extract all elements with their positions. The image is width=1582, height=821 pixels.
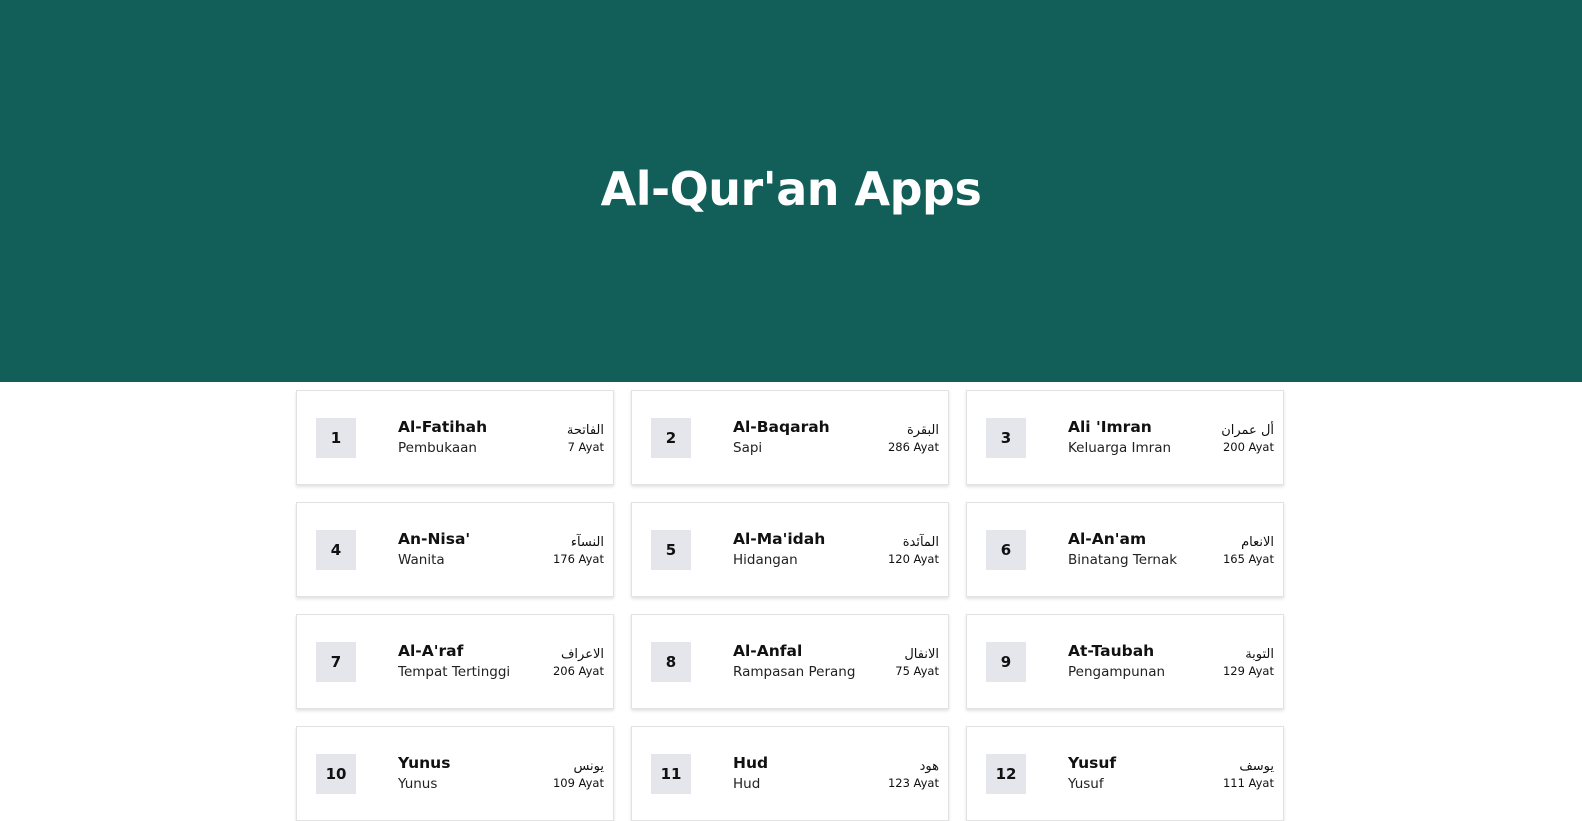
surah-card[interactable]: 1 Al-Fatihah Pembukaan الفاتحة 7 Ayat xyxy=(296,390,614,485)
surah-meta: هود 123 Ayat xyxy=(888,759,939,791)
surah-arabic-name: الفاتحة xyxy=(566,422,604,438)
surah-meta: البقرة 286 Ayat xyxy=(888,423,939,455)
surah-card[interactable]: 8 Al-Anfal Rampasan Perang الانفال 75 Ayat xyxy=(631,614,949,709)
surah-card[interactable]: 10 Yunus Yunus يونس 109 Ayat xyxy=(296,726,614,821)
surah-latin-name: Yusuf xyxy=(1068,753,1117,772)
surah-latin-name: Ali 'Imran xyxy=(1068,417,1152,436)
surah-arabic-name: يوسف xyxy=(1239,758,1274,774)
surah-ayat-count: 129 Ayat xyxy=(1222,663,1274,678)
surah-arabic-name: أل عمران xyxy=(1221,422,1274,438)
surah-latin-name: An-Nisa' xyxy=(398,529,471,548)
surah-card[interactable]: 11 Hud Hud هود 123 Ayat xyxy=(631,726,949,821)
surah-number-badge: 12 xyxy=(986,753,1026,794)
surah-number-badge: 1 xyxy=(316,417,356,458)
surah-ayat-count: 200 Ayat xyxy=(1222,439,1274,454)
surah-arabic-name: المآئدة xyxy=(902,534,939,550)
surah-grid: 1 Al-Fatihah Pembukaan الفاتحة 7 Ayat 2 Al-Baq… xyxy=(296,390,1284,821)
surah-arabic-name: الانعام xyxy=(1241,534,1274,550)
surah-meta: الانعام 165 Ayat xyxy=(1223,535,1274,567)
surah-number-badge: 3 xyxy=(986,417,1026,458)
surah-meaning: Yunus xyxy=(398,775,438,792)
surah-number-badge: 2 xyxy=(651,417,691,458)
surah-number-badge: 9 xyxy=(986,641,1026,682)
surah-names: Al-Ma'idah Hidangan xyxy=(733,529,888,571)
surah-latin-name: Al-A'raf xyxy=(398,641,464,660)
surah-ayat-count: 7 Ayat xyxy=(567,439,604,454)
surah-latin-name: Yunus xyxy=(398,753,451,772)
surah-meaning: Rampasan Perang xyxy=(733,663,856,680)
surah-latin-name: Hud xyxy=(733,753,769,772)
surah-number-badge: 5 xyxy=(651,529,691,570)
surah-ayat-count: 165 Ayat xyxy=(1222,551,1274,566)
surah-meaning: Hud xyxy=(733,775,761,792)
surah-meta: يوسف 111 Ayat xyxy=(1223,759,1274,791)
surah-latin-name: At-Taubah xyxy=(1068,641,1155,660)
surah-latin-name: Al-Anfal xyxy=(733,641,803,660)
surah-ayat-count: 75 Ayat xyxy=(895,663,939,678)
surah-meaning: Sapi xyxy=(733,439,763,456)
surah-meta: الفاتحة 7 Ayat xyxy=(567,423,604,455)
surah-names: Al-Baqarah Sapi xyxy=(733,417,888,459)
surah-number-badge: 4 xyxy=(316,529,356,570)
surah-arabic-name: البقرة xyxy=(906,422,939,438)
app-title: Al-Qur'an Apps xyxy=(600,162,982,216)
surah-meaning: Binatang Ternak xyxy=(1068,551,1178,568)
surah-number-badge: 6 xyxy=(986,529,1026,570)
surah-names: Al-Anfal Rampasan Perang xyxy=(733,641,895,683)
surah-meaning: Hidangan xyxy=(733,551,798,568)
surah-card[interactable]: 3 Ali 'Imran Keluarga Imran أل عمران 200 Aya… xyxy=(966,390,1284,485)
surah-latin-name: Al-Fatihah xyxy=(398,417,488,436)
surah-ayat-count: 120 Ayat xyxy=(887,551,939,566)
surah-meta: يونس 109 Ayat xyxy=(553,759,604,791)
surah-ayat-count: 286 Ayat xyxy=(887,439,939,454)
surah-ayat-count: 206 Ayat xyxy=(552,663,604,678)
surah-names: Yusuf Yusuf xyxy=(1068,753,1223,795)
surah-ayat-count: 109 Ayat xyxy=(552,775,604,790)
surah-meta: التوبة 129 Ayat xyxy=(1223,647,1274,679)
surah-arabic-name: التوبة xyxy=(1245,646,1274,662)
surah-meaning: Keluarga Imran xyxy=(1068,439,1172,456)
surah-names: Al-Fatihah Pembukaan xyxy=(398,417,567,459)
surah-names: Yunus Yunus xyxy=(398,753,553,795)
surah-ayat-count: 111 Ayat xyxy=(1222,775,1274,790)
surah-names: Al-A'raf Tempat Tertinggi xyxy=(398,641,553,683)
surah-meaning: Yusuf xyxy=(1068,775,1104,792)
surah-card[interactable]: 12 Yusuf Yusuf يوسف 111 Ayat xyxy=(966,726,1284,821)
surah-names: At-Taubah Pengampunan xyxy=(1068,641,1223,683)
surah-latin-name: Al-An'am xyxy=(1068,529,1147,548)
surah-meaning: Wanita xyxy=(398,551,445,568)
surah-ayat-count: 123 Ayat xyxy=(887,775,939,790)
surah-names: Hud Hud xyxy=(733,753,888,795)
surah-meta: الانفال 75 Ayat xyxy=(895,647,939,679)
surah-arabic-name: النسآء xyxy=(570,534,604,550)
surah-number-badge: 8 xyxy=(651,641,691,682)
surah-meaning: Pengampunan xyxy=(1068,663,1166,680)
surah-names: Al-An'am Binatang Ternak xyxy=(1068,529,1223,571)
surah-arabic-name: الاعراف xyxy=(560,646,604,662)
surah-meta: الاعراف 206 Ayat xyxy=(553,647,604,679)
surah-card[interactable]: 7 Al-A'raf Tempat Tertinggi الاعراف 206 Ayat xyxy=(296,614,614,709)
surah-latin-name: Al-Ma'idah xyxy=(733,529,826,548)
surah-card[interactable]: 2 Al-Baqarah Sapi البقرة 286 Ayat xyxy=(631,390,949,485)
surah-number-badge: 7 xyxy=(316,641,356,682)
surah-arabic-name: هود xyxy=(919,758,939,774)
surah-names: Ali 'Imran Keluarga Imran xyxy=(1068,417,1221,459)
surah-arabic-name: يونس xyxy=(573,758,604,774)
surah-number-badge: 10 xyxy=(316,753,356,794)
surah-meaning: Tempat Tertinggi xyxy=(398,663,511,680)
surah-meta: أل عمران 200 Ayat xyxy=(1221,423,1274,455)
surah-latin-name: Al-Baqarah xyxy=(733,417,830,436)
surah-names: An-Nisa' Wanita xyxy=(398,529,553,571)
surah-arabic-name: الانفال xyxy=(904,646,939,662)
surah-card[interactable]: 4 An-Nisa' Wanita النسآء 176 Ayat xyxy=(296,502,614,597)
surah-card[interactable]: 9 At-Taubah Pengampunan التوبة 129 Ayat xyxy=(966,614,1284,709)
surah-meta: المآئدة 120 Ayat xyxy=(888,535,939,567)
surah-card[interactable]: 5 Al-Ma'idah Hidangan المآئدة 120 Ayat xyxy=(631,502,949,597)
surah-card[interactable]: 6 Al-An'am Binatang Ternak الانعام 165 Ayat xyxy=(966,502,1284,597)
surah-ayat-count: 176 Ayat xyxy=(552,551,604,566)
hero-header: Al-Qur'an Apps xyxy=(0,0,1582,382)
surah-number-badge: 11 xyxy=(651,753,691,794)
surah-meaning: Pembukaan xyxy=(398,439,477,456)
surah-meta: النسآء 176 Ayat xyxy=(553,535,604,567)
